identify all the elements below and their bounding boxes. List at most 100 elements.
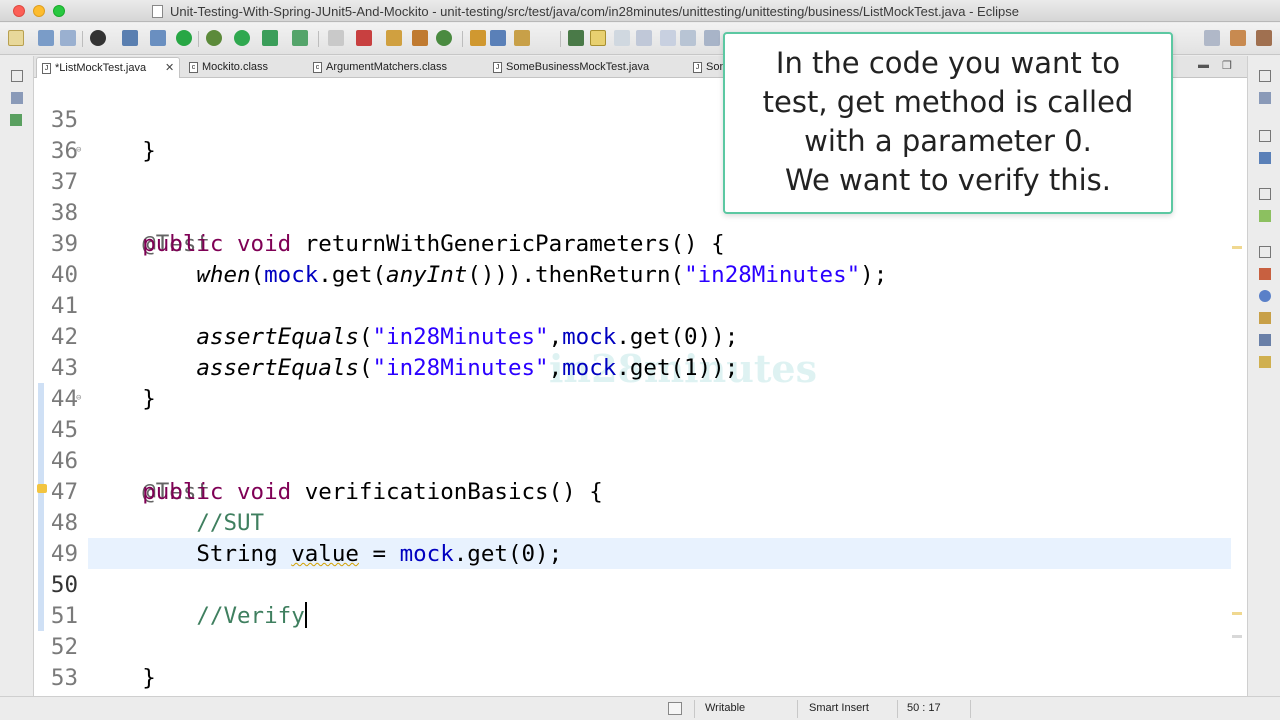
- code-line: 54 }: [34, 663, 1247, 694]
- writable-status: Writable: [705, 702, 746, 714]
- callout-line: In the code you want to: [775, 46, 1121, 80]
- window-close-button[interactable]: [13, 5, 25, 17]
- maximize-editor-icon[interactable]: ❐: [1222, 59, 1232, 72]
- overview-marker[interactable]: [1232, 246, 1242, 249]
- restore-icon[interactable]: [1259, 246, 1271, 258]
- tab-label: ArgumentMatchers.class: [326, 61, 448, 73]
- status-bar: Writable Smart Insert 50 : 17: [0, 696, 1280, 720]
- java-file-icon: J: [42, 63, 51, 74]
- open-perspective-icon[interactable]: [1204, 30, 1220, 46]
- tab-argumentmatchers-class[interactable]: c ArgumentMatchers.class: [308, 57, 478, 78]
- word-wrap-icon[interactable]: [636, 30, 652, 46]
- warning-icon[interactable]: [37, 484, 47, 493]
- code-line: 42 assertEquals("in28Minutes",mock.get(1…: [34, 291, 1247, 381]
- callout-line: with a parameter 0.: [804, 124, 1092, 158]
- tab-listmocktest[interactable]: J *ListMockTest.java ✕: [36, 57, 180, 78]
- new-enum-icon[interactable]: [436, 30, 452, 46]
- left-trim-stack: [0, 56, 34, 696]
- external-tools-icon[interactable]: [292, 30, 308, 46]
- class-file-icon: c: [189, 62, 198, 73]
- spring-icon[interactable]: [176, 30, 192, 46]
- code-line-current: 50 //Verify: [34, 539, 1247, 629]
- hierarchy-icon[interactable]: [1259, 152, 1271, 164]
- tab-label: SomeBusinessMockTest.java: [506, 61, 650, 73]
- java-file-icon: J: [693, 62, 702, 73]
- file-icon: [152, 5, 163, 18]
- tab-label: Mockito.class: [202, 61, 269, 73]
- instruction-callout: In the code you want to test, get method…: [723, 32, 1173, 214]
- junit-icon[interactable]: [10, 114, 22, 126]
- block-selection-icon[interactable]: [660, 30, 676, 46]
- overview-marker[interactable]: [1232, 612, 1242, 615]
- code-line: 45 ⊖ @Test: [34, 384, 1247, 506]
- window-minimize-button[interactable]: [33, 5, 45, 17]
- skip-breakpoints-icon[interactable]: [150, 30, 166, 46]
- save-icon[interactable]: [38, 30, 54, 46]
- code-line: 47 //SUT: [34, 446, 1247, 536]
- pin-icon[interactable]: [568, 30, 584, 46]
- progress-icon[interactable]: [1259, 356, 1271, 368]
- debug-icon[interactable]: [206, 30, 222, 46]
- java-ee-perspective-icon[interactable]: [1230, 30, 1246, 46]
- java-file-icon: J: [493, 62, 502, 73]
- code-line: 48 String value = mock.get(0);: [34, 477, 1247, 567]
- stop-icon[interactable]: [328, 30, 344, 46]
- restore-icon[interactable]: [1259, 70, 1271, 82]
- code-line: 40: [34, 229, 1247, 288]
- code-line: 46 public void verificationBasics() {: [34, 415, 1247, 505]
- show-whitespace-icon[interactable]: [680, 30, 696, 46]
- console-icon[interactable]: [1259, 334, 1271, 346]
- search-icon[interactable]: [490, 30, 506, 46]
- right-trim-stack: [1247, 56, 1280, 696]
- pen-icon[interactable]: [514, 30, 530, 46]
- new-file-icon[interactable]: [8, 30, 24, 46]
- code-line: 43 }: [34, 322, 1247, 412]
- tab-truncated[interactable]: J Son: [688, 57, 728, 78]
- status-icon[interactable]: [668, 702, 682, 715]
- code-line: 44: [34, 353, 1247, 412]
- code-line: 53: [34, 632, 1247, 691]
- open-type-icon[interactable]: [356, 30, 372, 46]
- highlight-icon[interactable]: [590, 30, 606, 46]
- package-explorer-icon[interactable]: [11, 92, 23, 104]
- fold-icon[interactable]: ⊖: [76, 146, 81, 155]
- coverage-icon[interactable]: [262, 30, 278, 46]
- overview-marker[interactable]: [1232, 635, 1242, 638]
- callout-line: We want to verify this.: [784, 163, 1112, 197]
- terminal-icon[interactable]: [122, 30, 138, 46]
- title-bar: Unit-Testing-With-Spring-JUnit5-And-Mock…: [0, 0, 1280, 22]
- run-icon[interactable]: [234, 30, 250, 46]
- callout-line: test, get method is called: [762, 85, 1134, 119]
- fold-icon[interactable]: ⊖: [76, 394, 81, 403]
- javadoc-icon[interactable]: [1259, 290, 1271, 302]
- minimize-editor-icon[interactable]: ▬: [1198, 59, 1209, 71]
- outline-icon[interactable]: [1259, 92, 1271, 104]
- tab-somebusinessmocktest[interactable]: J SomeBusinessMockTest.java: [488, 57, 678, 78]
- problems-icon[interactable]: [1259, 268, 1271, 280]
- declaration-icon[interactable]: [1259, 312, 1271, 324]
- new-class-icon[interactable]: [386, 30, 402, 46]
- tab-label: *ListMockTest.java: [55, 62, 147, 74]
- class-file-icon: c: [313, 62, 322, 73]
- java-perspective-icon[interactable]: [1256, 30, 1272, 46]
- code-line: 52 }: [34, 601, 1247, 691]
- annotation-icon[interactable]: [614, 30, 630, 46]
- save-all-icon[interactable]: [60, 30, 76, 46]
- spring-explorer-icon[interactable]: [1259, 210, 1271, 222]
- code-line: 41 assertEquals("in28Minutes",mock.get(0…: [34, 260, 1247, 350]
- code-line: 51: [34, 570, 1247, 629]
- tab-mockito-class[interactable]: c Mockito.class: [184, 57, 302, 78]
- cursor-position: 50 : 17: [907, 702, 941, 714]
- close-icon[interactable]: ✕: [165, 61, 174, 74]
- restore-icon[interactable]: [11, 70, 23, 82]
- new-interface-icon[interactable]: [412, 30, 428, 46]
- restore-icon[interactable]: [1259, 188, 1271, 200]
- back-icon[interactable]: [704, 30, 720, 46]
- open-task-icon[interactable]: [470, 30, 486, 46]
- restore-icon[interactable]: [1259, 130, 1271, 142]
- window-title: Unit-Testing-With-Spring-JUnit5-And-Mock…: [170, 4, 1019, 19]
- insert-mode-status[interactable]: Smart Insert: [809, 702, 869, 714]
- profile-icon[interactable]: [90, 30, 106, 46]
- window-maximize-button[interactable]: [53, 5, 65, 17]
- code-line: 49: [34, 508, 1247, 567]
